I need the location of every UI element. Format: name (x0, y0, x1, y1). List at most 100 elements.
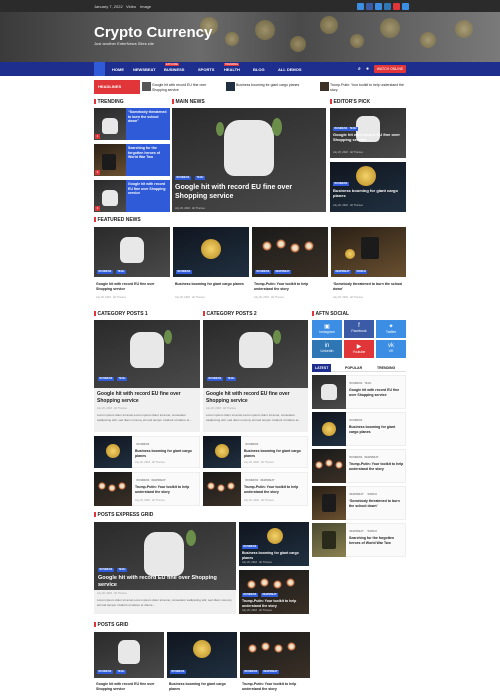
list-item-thumb[interactable] (312, 486, 346, 520)
list-item-thumb[interactable] (312, 523, 346, 557)
nav-item-newsbeat[interactable]: NEWSBEAT (133, 67, 156, 72)
topbar-link-image[interactable]: Image (140, 4, 151, 9)
grid-title[interactable]: Trump-Putin: Your toolkit to help unders… (242, 682, 310, 691)
list-item-thumb[interactable] (312, 375, 346, 409)
category-tag[interactable]: TECH (363, 382, 373, 386)
nav-item-home[interactable]: HOME (112, 67, 124, 72)
category-tag[interactable]: BUSINESS (348, 456, 364, 460)
trending-item[interactable]: “Somebody threatened to burn the school … (126, 108, 170, 140)
facebook-icon[interactable] (366, 3, 373, 10)
nav-item-blog[interactable]: BLOG (253, 67, 265, 72)
list-item-thumb[interactable] (203, 472, 241, 506)
category-tag[interactable]: NEWSBEAT (348, 493, 365, 497)
category-tag[interactable]: BUSINESS (175, 176, 191, 180)
list-item-title[interactable]: Trump-Putin: Your toolkit to help unders… (135, 485, 199, 494)
list-item-title[interactable]: Trump-Putin: Your toolkit to help unders… (244, 485, 308, 494)
trending-item[interactable]: Searching for the forgotten heroes of Wo… (126, 144, 170, 176)
category-tag[interactable]: BUSINESS (348, 382, 364, 386)
grid-title[interactable]: Business booming for giant cargo planes (169, 682, 237, 691)
category-tag[interactable]: TECH (226, 377, 236, 381)
featured-title[interactable]: ‘Somebody threatened to burn the school … (333, 282, 406, 291)
category-tag[interactable]: BUSINESS (98, 377, 114, 381)
category-tag[interactable]: BUSINESS (242, 545, 258, 549)
ticker-item[interactable]: Trump-Putin: Your toolkit to help unders… (330, 83, 406, 92)
user-icon[interactable]: ● (366, 66, 369, 72)
editors-pick-title[interactable]: Google hit with record EU fine over Shop… (333, 132, 405, 142)
category-tag[interactable]: BUSINESS (207, 377, 223, 381)
list-item-title[interactable]: Trump-Putin: Your toolkit to help unders… (349, 462, 405, 471)
tab-latest[interactable]: LATEST (312, 364, 332, 372)
category-tag[interactable]: BUSINESS (244, 479, 260, 483)
category-tag[interactable]: TECH (117, 568, 127, 572)
topbar-link-video[interactable]: Video (126, 4, 136, 9)
nav-item-business[interactable]: BUSINESS (164, 67, 184, 72)
category-tag[interactable]: BUSINESS (348, 419, 364, 423)
list-item-title[interactable]: Business booming for giant cargo planes (349, 425, 405, 434)
youtube-icon[interactable] (393, 3, 400, 10)
category-tag[interactable]: NEWSBEAT (363, 456, 380, 460)
search-icon[interactable]: ⌕ (358, 66, 361, 72)
ticker-item[interactable]: Business booming for giant cargo planes (236, 83, 316, 88)
category-tag[interactable]: BUSINESS (333, 127, 349, 131)
category-tag[interactable]: BUSINESS (242, 593, 258, 597)
watch-online-button[interactable]: WATCH ONLINE (374, 65, 406, 73)
express-lead-title[interactable]: Google hit with record EU fine over Shop… (98, 575, 234, 589)
category-tag[interactable]: BUSINESS (244, 443, 260, 447)
list-item-title[interactable]: Searching for the forgotten heroes of Wo… (349, 536, 405, 545)
category-tag[interactable]: NEWSBEAT (334, 270, 352, 274)
category-tag[interactable]: WORLD (366, 530, 378, 534)
nav-item-health[interactable]: HEALTH (224, 67, 240, 72)
trending-item[interactable]: Google hit with record EU fine over Shop… (126, 180, 170, 212)
category-tag[interactable]: TECH (116, 670, 126, 674)
category-tag[interactable]: BUSINESS (98, 568, 114, 572)
category-tag[interactable]: WORLD (366, 493, 378, 497)
category-tag[interactable]: BUSINESS (243, 670, 259, 674)
nav-item-all-demos[interactable]: ALL DEMOS (278, 67, 301, 72)
express-side-title[interactable]: Trump-Putin: Your toolkit to help unders… (242, 599, 308, 608)
social-tile-facebook[interactable]: f Facebook (344, 320, 374, 338)
list-item-thumb[interactable] (312, 449, 346, 483)
category-tag[interactable]: NEWSBEAT (348, 530, 365, 534)
category-tag[interactable]: NEWSBEAT (261, 593, 279, 597)
list-item-thumb[interactable] (94, 472, 132, 506)
editors-pick-title[interactable]: Business booming for giant cargo planes (333, 188, 405, 198)
category-tag[interactable]: NEWSBEAT (262, 670, 280, 674)
category-tag[interactable]: BUSINESS (135, 479, 151, 483)
tab-trending[interactable]: TRENDING (374, 364, 398, 372)
ticker-item[interactable]: Google hit with record EU fine over Shop… (152, 83, 222, 92)
tab-popular[interactable]: POPULAR (342, 364, 365, 372)
list-item-title[interactable]: Business booming for giant cargo planes (244, 449, 308, 458)
list-item-title[interactable]: Business booming for giant cargo planes (135, 449, 199, 458)
social-tile-twitter[interactable]: ✦ Twitter (376, 320, 406, 338)
social-tile-linkedin[interactable]: in Linkedin (312, 340, 342, 358)
category-tag[interactable]: BUSINESS (333, 182, 349, 186)
category-tag[interactable]: NEWSBEAT (150, 479, 167, 483)
twitter-icon[interactable] (357, 3, 364, 10)
category-lead-title[interactable]: Google hit with record EU fine over Shop… (206, 391, 306, 404)
social-tile-youtube[interactable]: ▶ Youtube (344, 340, 374, 358)
category-tag[interactable]: NEWSBEAT (259, 479, 276, 483)
grid-title[interactable]: Google hit with record EU fine over Shop… (96, 682, 164, 691)
home-icon[interactable] (94, 62, 105, 76)
featured-title[interactable]: Google hit with record EU fine over Shop… (96, 282, 170, 291)
category-tag[interactable]: BUSINESS (176, 270, 192, 274)
category-tag[interactable]: NEWSBEAT (274, 270, 292, 274)
linkedin-icon[interactable] (384, 3, 391, 10)
category-tag[interactable]: BUSINESS (97, 670, 113, 674)
category-tag[interactable]: TECH (195, 176, 205, 180)
site-title[interactable]: Crypto Currency (94, 24, 212, 41)
category-tag[interactable]: TECH (116, 270, 126, 274)
category-tag[interactable]: WORLD (355, 270, 368, 274)
category-lead-title[interactable]: Google hit with record EU fine over Shop… (97, 391, 197, 404)
main-news-title[interactable]: Google hit with record EU fine over Shop… (175, 183, 323, 201)
featured-title[interactable]: Trump-Putin: Your toolkit to help unders… (254, 282, 328, 291)
social-tile-instagram[interactable]: ▣ Instagram (312, 320, 342, 338)
category-tag[interactable]: BUSINESS (255, 270, 271, 274)
vk-icon[interactable] (402, 3, 409, 10)
express-side-title[interactable]: Business booming for giant cargo planes (242, 551, 308, 560)
social-tile-vk[interactable]: vk VK (376, 340, 406, 358)
featured-title[interactable]: Business booming for giant cargo planes (175, 282, 249, 287)
nav-item-sports[interactable]: SPORTS (198, 67, 214, 72)
category-tag[interactable]: BUSINESS (170, 670, 186, 674)
category-tag[interactable]: TECH (117, 377, 127, 381)
